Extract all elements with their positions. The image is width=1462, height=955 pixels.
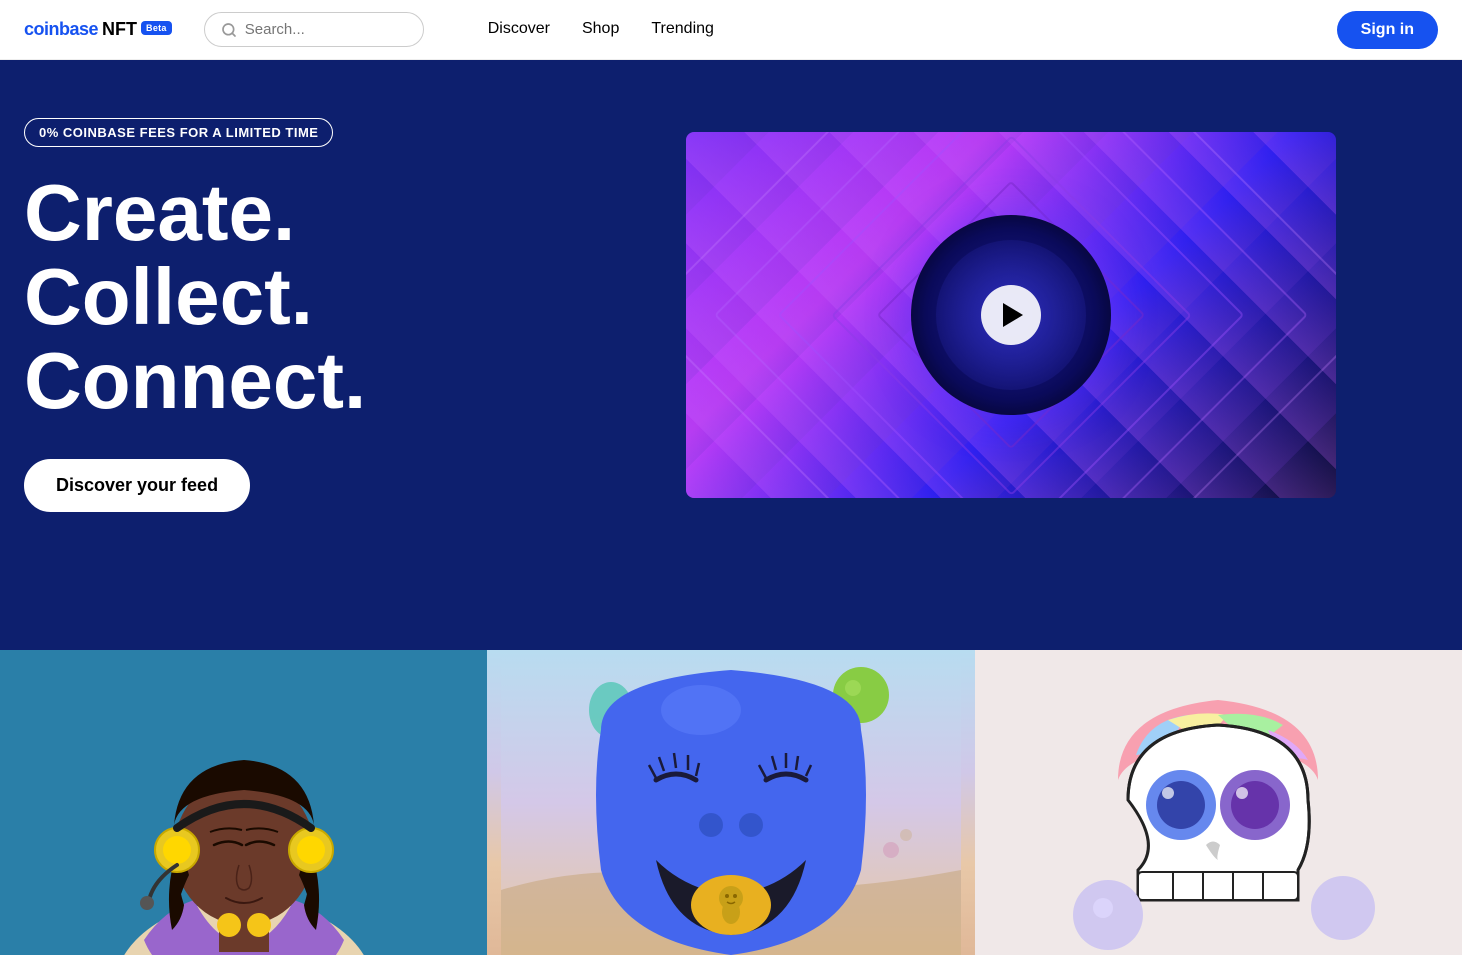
- nft-card-1[interactable]: [0, 650, 487, 955]
- nft-card-2[interactable]: [487, 650, 974, 955]
- beta-badge: Beta: [141, 21, 172, 35]
- hero-video-thumbnail[interactable]: [686, 132, 1336, 498]
- nav-trending[interactable]: Trending: [651, 20, 714, 38]
- logo-cb: coinbase: [24, 19, 98, 40]
- hero-headline: Create. Collect. Connect.: [24, 171, 544, 423]
- hero-spacer: [0, 570, 1462, 650]
- hero-section: 0% COINBASE FEES FOR A LIMITED TIME Crea…: [0, 60, 1462, 570]
- logo-wordmark: coinbase NFT Beta: [24, 19, 172, 40]
- navbar: coinbase NFT Beta Discover Shop Trending…: [0, 0, 1462, 60]
- discover-feed-button[interactable]: Discover your feed: [24, 459, 250, 512]
- nft-card-3[interactable]: [975, 650, 1462, 955]
- logo-nft: NFT: [102, 19, 137, 40]
- hero-right: [584, 132, 1438, 498]
- search-icon: [221, 22, 237, 38]
- card-3-image: [975, 650, 1462, 955]
- card-2-image: [487, 650, 974, 955]
- play-icon: [1003, 303, 1023, 327]
- fee-badge: 0% COINBASE FEES FOR A LIMITED TIME: [24, 118, 333, 147]
- nav-shop[interactable]: Shop: [582, 20, 619, 38]
- search-input[interactable]: [245, 21, 407, 38]
- card-1-image: [0, 650, 487, 955]
- headline-line2: Collect.: [24, 255, 544, 339]
- nav-discover[interactable]: Discover: [488, 20, 550, 38]
- hero-left: 0% COINBASE FEES FOR A LIMITED TIME Crea…: [24, 118, 544, 512]
- search-bar[interactable]: [204, 12, 424, 47]
- diamond-pattern: [686, 132, 1336, 498]
- nav-links: Discover Shop Trending: [464, 0, 738, 60]
- headline-line1: Create.: [24, 171, 544, 255]
- headline-line3: Connect.: [24, 339, 544, 423]
- cards-section: [0, 650, 1462, 955]
- play-button[interactable]: [981, 285, 1041, 345]
- sign-in-button[interactable]: Sign in: [1337, 11, 1438, 49]
- logo-link[interactable]: coinbase NFT Beta: [24, 19, 172, 40]
